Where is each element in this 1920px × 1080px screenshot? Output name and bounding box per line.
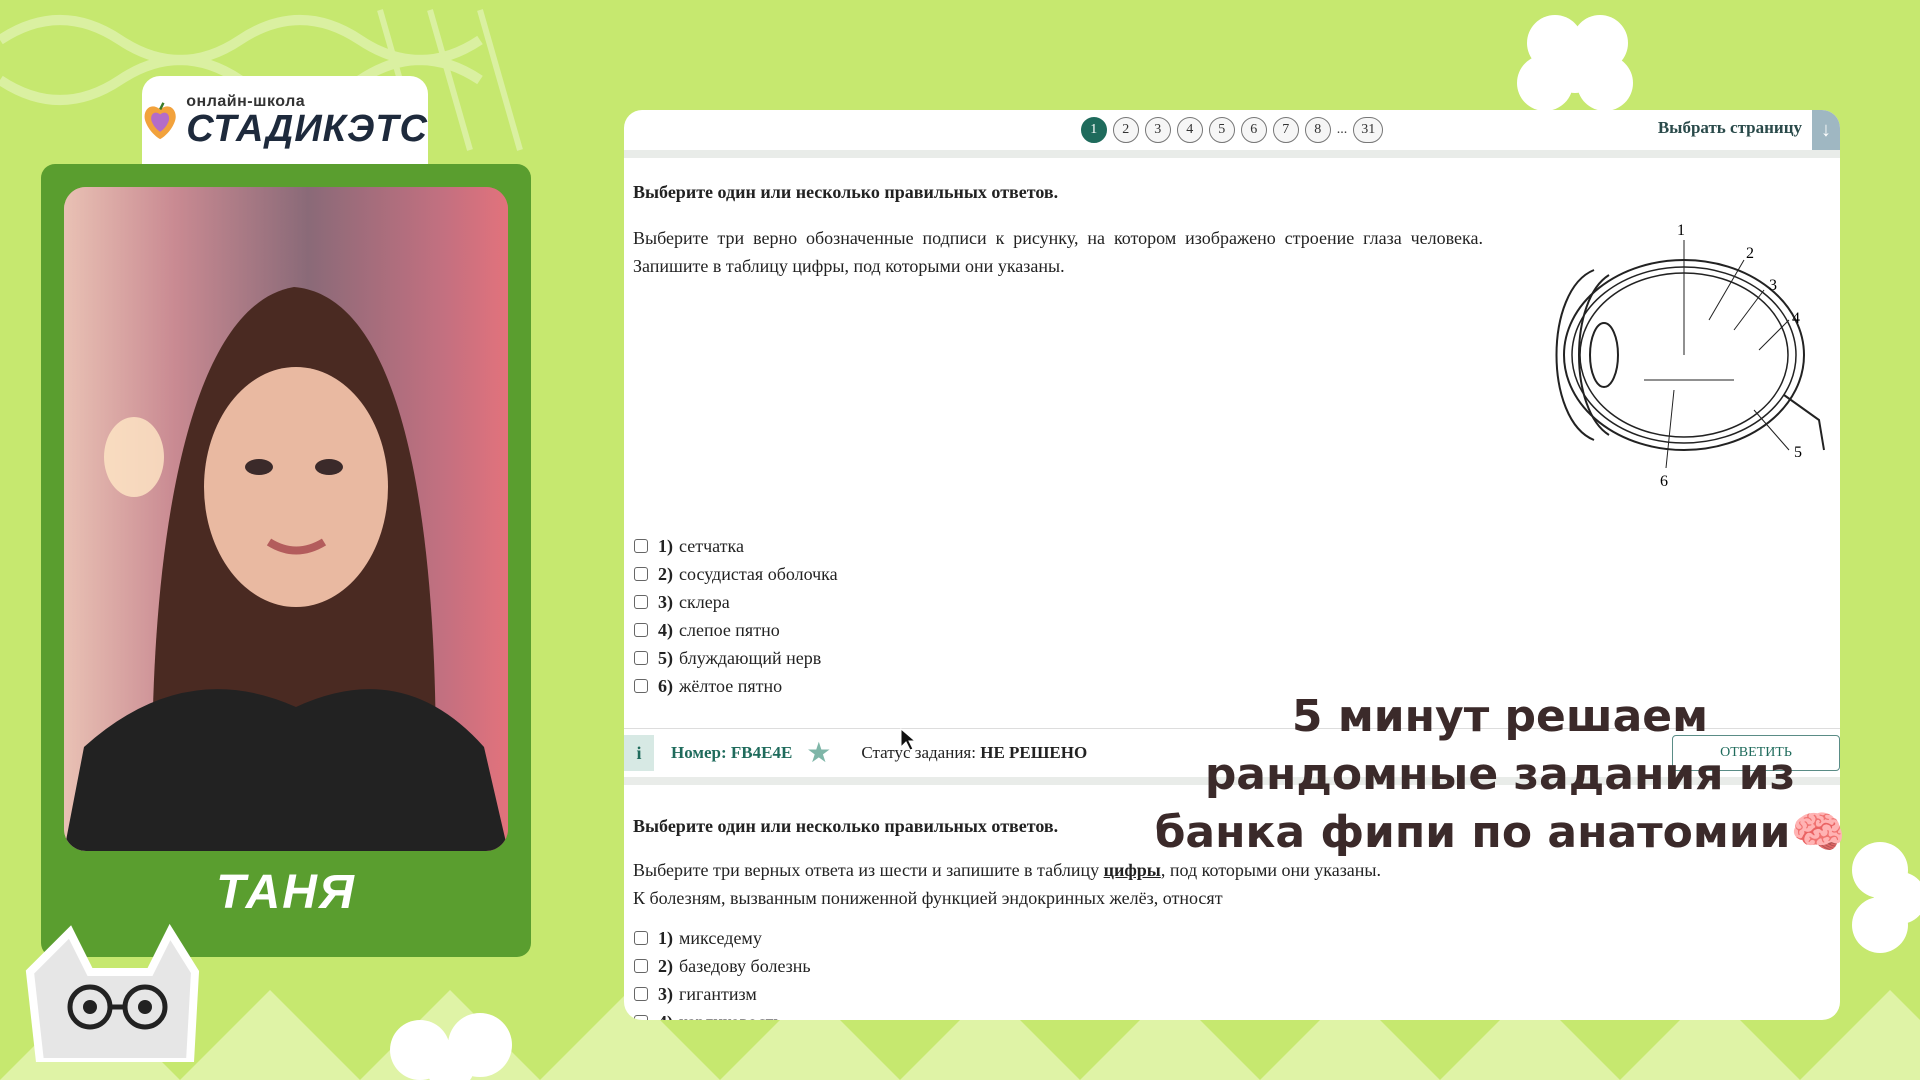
star-icon[interactable]: ★ — [806, 736, 831, 770]
eye-label-3: 3 — [1769, 277, 1777, 294]
option-label: карликовость — [679, 1008, 782, 1020]
q1-instruction: Выберите один или несколько правильных о… — [633, 182, 1059, 202]
pagination: 1 2 3 4 5 6 7 8 ... 31 Выбрать страницу … — [624, 110, 1840, 158]
info-icon[interactable]: i — [624, 735, 654, 771]
option-num: 3) — [658, 592, 673, 612]
flower-decoration — [1517, 15, 1633, 111]
q2-option-4[interactable]: 4) карликовость — [634, 1008, 811, 1020]
eye-diagram: 1 2 3 4 5 6 — [1555, 222, 1825, 490]
video-caption: 5 минут решаем рандомные задания из банк… — [1150, 688, 1850, 862]
option-label: слепое пятно — [679, 620, 780, 640]
q1-text: Выберите три верно обозначенные подписи … — [633, 228, 1483, 276]
q2-option-1[interactable]: 1) микседему — [634, 924, 811, 952]
option-label: блуждающий нерв — [679, 648, 822, 668]
q2-option-2[interactable]: 2) базедову болезнь — [634, 952, 811, 980]
q2-option-3[interactable]: 3) гигантизм — [634, 980, 811, 1008]
option-num: 2) — [658, 564, 673, 584]
option-label: базедову болезнь — [679, 956, 811, 976]
option-num: 1) — [658, 536, 673, 556]
caption-line-1: 5 минут решаем — [1291, 691, 1709, 742]
page-last[interactable]: 31 — [1353, 117, 1384, 143]
q1-option-2[interactable]: 2) сосудистая оболочка — [634, 560, 838, 588]
page-8[interactable]: 8 — [1304, 117, 1331, 143]
page-4[interactable]: 4 — [1176, 117, 1203, 143]
cat-sticker — [25, 923, 200, 1062]
task-status: Статус задания: НЕ РЕШЕНО — [861, 743, 1087, 763]
page-2[interactable]: 2 — [1112, 117, 1139, 143]
q1-option-5[interactable]: 5) блуждающий нерв — [634, 644, 838, 672]
status-value: НЕ РЕШЕНО — [980, 743, 1088, 762]
caption-line-3: банка фипи по анатомии🧠 — [1154, 807, 1846, 858]
option-num: 5) — [658, 648, 673, 668]
page-5[interactable]: 5 — [1208, 117, 1235, 143]
school-logo: онлайн-школа СТАДИКЭТС — [142, 76, 428, 166]
checkbox[interactable] — [634, 679, 648, 693]
checkbox[interactable] — [634, 623, 648, 637]
option-num: 3) — [658, 984, 673, 1004]
q1-option-6[interactable]: 6) жёлтое пятно — [634, 672, 838, 700]
page-3[interactable]: 3 — [1144, 117, 1171, 143]
caption-line-2: рандомные задания из — [1204, 749, 1796, 800]
q2-text-bold: цифры — [1103, 860, 1161, 880]
eye-label-5: 5 — [1794, 444, 1802, 461]
checkbox[interactable] — [634, 959, 648, 973]
presenter-image — [64, 187, 508, 851]
option-num: 6) — [658, 676, 673, 696]
checkbox[interactable] — [634, 595, 648, 609]
presenter-video — [64, 187, 508, 851]
q1-option-4[interactable]: 4) слепое пятно — [634, 616, 838, 644]
q2-text-part: , под которыми они указаны. — [1160, 860, 1382, 880]
choose-page-link[interactable]: Выбрать страницу — [1658, 118, 1802, 138]
checkbox[interactable] — [634, 651, 648, 665]
option-label: жёлтое пятно — [679, 676, 783, 696]
flower-decoration — [390, 1013, 512, 1080]
page-ellipsis: ... — [1336, 122, 1348, 137]
option-num: 2) — [658, 956, 673, 976]
checkbox[interactable] — [634, 567, 648, 581]
q1-option-1[interactable]: 1) сетчатка — [634, 532, 838, 560]
option-num: 4) — [658, 1008, 673, 1020]
eye-label-2: 2 — [1746, 245, 1754, 262]
logo-title: СТАДИКЭТС — [186, 108, 428, 150]
page-7[interactable]: 7 — [1272, 117, 1299, 143]
task-number: Номер: FB4E4E — [671, 743, 793, 762]
checkbox[interactable] — [634, 539, 648, 553]
eye-label-6: 6 — [1660, 473, 1668, 490]
eye-label-1: 1 — [1677, 222, 1685, 239]
option-label: гигантизм — [679, 984, 757, 1004]
option-label: сетчатка — [679, 536, 744, 556]
apple-heart-icon — [144, 102, 176, 140]
option-num: 4) — [658, 620, 673, 640]
arrow-down-icon[interactable]: ↓ — [1812, 110, 1840, 150]
status-label: Статус задания: — [861, 743, 976, 762]
q2-instruction: Выберите один или несколько правильных о… — [633, 816, 1059, 836]
eye-label-4: 4 — [1792, 310, 1800, 327]
q2-options: 1) микседему 2) базедову болезнь 3) гиганти… — [634, 924, 811, 1020]
option-label: сосудистая оболочка — [679, 564, 838, 584]
q2-text: Выберите три верных ответа из шести и за… — [633, 856, 1533, 912]
q1-options: 1) сетчатка 2) сосудистая оболочка 3) склер… — [634, 532, 838, 700]
checkbox[interactable] — [634, 987, 648, 1001]
checkbox[interactable] — [634, 1015, 648, 1020]
option-label: микседему — [679, 928, 762, 948]
mouse-cursor-icon — [900, 728, 916, 751]
task-panel: 1 2 3 4 5 6 7 8 ... 31 Выбрать страницу … — [624, 110, 1840, 1020]
q2-text-line2: К болезням, вызванным пониженной функцие… — [633, 888, 1223, 908]
q1-option-3[interactable]: 3) склера — [634, 588, 838, 616]
page-6[interactable]: 6 — [1240, 117, 1267, 143]
option-num: 1) — [658, 928, 673, 948]
checkbox[interactable] — [634, 931, 648, 945]
q2-text-part: Выберите три верных ответа из шести и за… — [633, 860, 1104, 880]
page-1[interactable]: 1 — [1080, 117, 1107, 143]
option-label: склера — [679, 592, 730, 612]
